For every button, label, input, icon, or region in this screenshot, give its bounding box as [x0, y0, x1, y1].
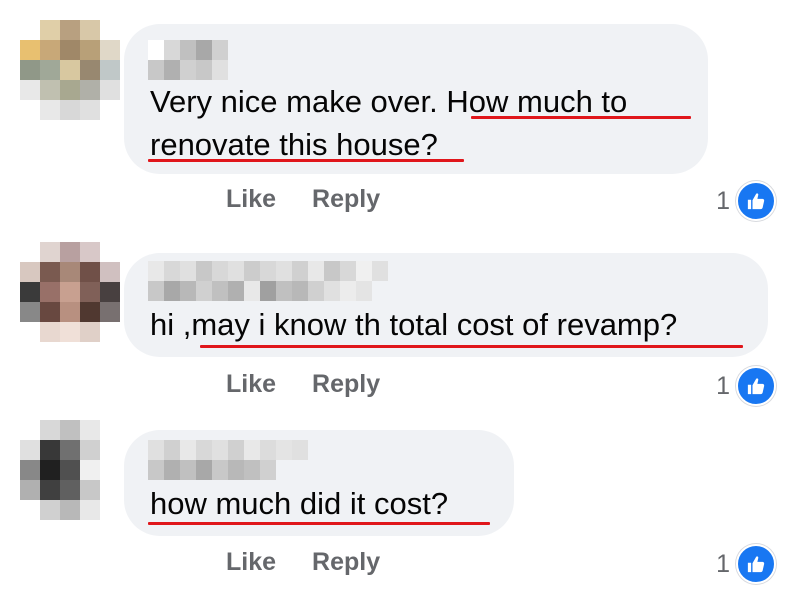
comment-author-name-pixelated[interactable]	[148, 40, 228, 80]
comment-bubble: how much did it cost?	[124, 430, 514, 536]
avatar[interactable]	[20, 242, 120, 342]
annotation-underline	[148, 522, 490, 525]
annotation-underline	[148, 159, 464, 162]
annotation-underline	[471, 116, 691, 119]
comment-text-highlighted: may i know th total cost of revamp?	[191, 307, 678, 342]
comment-text-plain: hi ,	[150, 307, 192, 342]
comment-bubble: hi ,may i know th total cost of revamp?	[124, 253, 768, 357]
reply-button[interactable]: Reply	[312, 370, 380, 398]
reaction-summary[interactable]: 1	[716, 544, 776, 584]
avatar[interactable]	[20, 20, 120, 120]
thumbs-up-icon	[736, 181, 776, 221]
comment-text-plain: Very nice make over.	[150, 84, 447, 119]
comment-bubble: Very nice make over. How much to renovat…	[124, 24, 708, 174]
avatar[interactable]	[20, 420, 120, 520]
like-button[interactable]: Like	[226, 185, 276, 213]
reaction-summary[interactable]: 1	[716, 181, 776, 221]
comment-actions: Like Reply	[226, 370, 380, 399]
reply-button[interactable]: Reply	[312, 185, 380, 213]
reply-button[interactable]: Reply	[312, 548, 380, 576]
thumbs-up-icon	[736, 544, 776, 584]
like-button[interactable]: Like	[226, 370, 276, 398]
comment-text-highlighted: renovate this house?	[150, 127, 438, 162]
annotation-underline	[200, 345, 743, 348]
reaction-summary[interactable]: 1	[716, 366, 776, 406]
reaction-count: 1	[716, 186, 730, 215]
comment-author-name-pixelated[interactable]	[148, 261, 388, 301]
comment-text: hi ,may i know th total cost of revamp?	[150, 303, 677, 346]
comment-author-name-pixelated[interactable]	[148, 440, 308, 480]
comment-text-highlighted: How much to	[446, 84, 628, 119]
like-button[interactable]: Like	[226, 548, 276, 576]
comment-actions: Like Reply	[226, 185, 380, 214]
reaction-count: 1	[716, 549, 730, 578]
comment-text-highlighted: how much did it cost?	[150, 486, 449, 521]
comment-text: how much did it cost?	[150, 482, 448, 525]
comment-actions: Like Reply	[226, 548, 380, 577]
thumbs-up-icon	[736, 366, 776, 406]
reaction-count: 1	[716, 371, 730, 400]
